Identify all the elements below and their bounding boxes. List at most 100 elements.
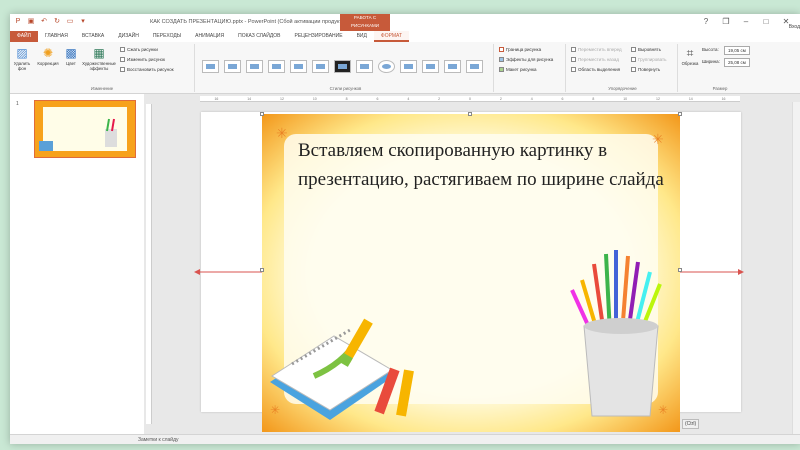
title-bar: P ▣ ↶ ↻ ▭ ▾ КАК СОЗДАТЬ ПРЕЗЕНТАЦИЮ.pptx… (10, 14, 800, 31)
save-icon[interactable]: ▣ (27, 18, 35, 26)
compress-pictures-button[interactable]: Сжать рисунки (120, 47, 158, 52)
vertical-ruler (146, 104, 152, 424)
group-icon (631, 57, 636, 62)
right-arrow-head (738, 269, 744, 275)
send-backward-button[interactable]: Переместить назад (571, 57, 619, 62)
resize-handle[interactable] (468, 112, 472, 116)
bring-forward-button[interactable]: Переместить вперед (571, 47, 622, 52)
style-thumb[interactable] (444, 60, 461, 73)
artistic-effects-button[interactable]: ▦ Художественные эффекты (82, 46, 116, 71)
slide-number: 1 (16, 101, 19, 107)
tab-slideshow[interactable]: ПОКАЗ СЛАЙДОВ (231, 31, 287, 42)
ribbon-display-button[interactable]: ❐ (722, 17, 730, 26)
width-input[interactable]: 25,08 см (724, 58, 750, 67)
picture-border-button[interactable]: Граница рисунка (499, 47, 541, 52)
tab-transitions[interactable]: ПЕРЕХОДЫ (146, 31, 188, 42)
tab-home[interactable]: ГЛАВНАЯ (38, 31, 75, 42)
redo-icon[interactable]: ↻ (53, 18, 61, 26)
powerpoint-window: P ▣ ↶ ↻ ▭ ▾ КАК СОЗДАТЬ ПРЕЗЕНТАЦИЮ.pptx… (10, 14, 800, 444)
tab-animations[interactable]: АНИМАЦИЯ (188, 31, 231, 42)
color-button[interactable]: ▩ Цвет (62, 46, 80, 66)
remove-background-button[interactable]: ▨ Удалить фон (11, 46, 33, 71)
rotate-button[interactable]: Повернуть (631, 67, 660, 72)
document-title: КАК СОЗДАТЬ ПРЕЗЕНТАЦИЮ.pptx - PowerPoin… (150, 19, 347, 25)
horizontal-ruler: 16 14 12 10 8 6 4 2 0 2 4 6 8 10 12 14 16 (200, 96, 740, 102)
selection-pane-icon (571, 67, 576, 72)
corrections-button[interactable]: ✺ Коррекция (35, 46, 61, 66)
style-thumb[interactable] (334, 60, 351, 73)
align-button[interactable]: Выровнять (631, 47, 661, 52)
paste-options-button[interactable]: (Ctrl) (682, 419, 700, 429)
artistic-effects-icon: ▦ (93, 46, 105, 60)
help-button[interactable]: ? (702, 17, 710, 26)
group-button[interactable]: Группировать (631, 57, 666, 62)
slide-thumbnail[interactable] (34, 100, 136, 158)
ribbon-tabs: ФАЙЛ ГЛАВНАЯ ВСТАВКА ДИЗАЙН ПЕРЕХОДЫ АНИ… (10, 31, 800, 42)
group-picture-effects: Граница рисунка Эффекты для рисунка Маке… (496, 44, 566, 92)
layout-icon (499, 67, 504, 72)
selected-picture[interactable]: ✳ ✳ ✳ ✳ Вставляем скопированную картинку… (262, 114, 680, 432)
group-label-adjust: Изменение (90, 86, 114, 91)
sign-in-link[interactable]: Вход (789, 24, 800, 30)
svg-text:✳: ✳ (270, 403, 280, 417)
style-thumb[interactable] (400, 60, 417, 73)
maximize-button[interactable]: □ (762, 17, 770, 26)
slideshow-icon[interactable]: ▭ (66, 18, 74, 26)
notes-label: Заметки к слайду (138, 437, 179, 443)
vertical-scrollbar[interactable] (792, 102, 800, 434)
ribbon: ▨ Удалить фон ✺ Коррекция ▩ Цвет ▦ Художеств… (10, 42, 800, 94)
resize-handle[interactable] (260, 112, 264, 116)
group-adjust: ▨ Удалить фон ✺ Коррекция ▩ Цвет ▦ Художеств… (10, 44, 195, 92)
app-icon[interactable]: P (14, 18, 22, 26)
style-thumb[interactable] (466, 60, 483, 73)
bring-forward-icon (571, 47, 576, 52)
style-thumb[interactable] (378, 60, 395, 73)
slide-thumbnail-image (35, 101, 135, 157)
border-icon (499, 47, 504, 52)
tab-design[interactable]: ДИЗАЙН (111, 31, 146, 42)
resize-handle[interactable] (260, 268, 264, 272)
undo-icon[interactable]: ↶ (40, 18, 48, 26)
style-thumb[interactable] (356, 60, 373, 73)
effects-icon (499, 57, 504, 62)
remove-background-icon: ▨ (16, 46, 28, 60)
tab-view[interactable]: ВИД (350, 31, 374, 42)
tab-review[interactable]: РЕЦЕНЗИРОВАНИЕ (287, 31, 349, 42)
group-arrange: Переместить вперед Переместить назад Обл… (568, 44, 678, 92)
customize-icon[interactable]: ▾ (79, 18, 87, 26)
window-controls: ? ❐ – □ ✕ (702, 17, 790, 26)
reset-icon (120, 67, 125, 72)
crop-icon: ⌗ (686, 46, 694, 60)
slide-body-text[interactable]: Вставляем скопированную картинку в презе… (298, 136, 668, 194)
tab-insert[interactable]: ВСТАВКА (75, 31, 111, 42)
change-picture-button[interactable]: Изменить рисунок (120, 57, 165, 62)
group-size: ⌗ Обрезка Высота: 19,05 см Ширина: 25,08 … (680, 44, 760, 92)
selection-pane-button[interactable]: Область выделения (571, 67, 620, 72)
group-picture-styles: Стили рисунков (198, 44, 494, 92)
style-thumb[interactable] (312, 60, 329, 73)
width-row: Ширина: (702, 59, 720, 64)
tab-format[interactable]: ФОРМАТ (373, 31, 410, 42)
minimize-button[interactable]: – (742, 17, 750, 26)
style-thumb[interactable] (202, 60, 219, 73)
picture-effects-button[interactable]: Эффекты для рисунка (499, 57, 553, 62)
style-thumb[interactable] (268, 60, 285, 73)
height-input[interactable]: 19,05 см (724, 46, 750, 55)
resize-handle[interactable] (678, 112, 682, 116)
crop-button[interactable]: ⌗ Обрезка (680, 46, 700, 66)
style-thumb[interactable] (246, 60, 263, 73)
compress-icon (120, 47, 125, 52)
style-thumb[interactable] (422, 60, 439, 73)
reset-picture-button[interactable]: Восстановить рисунок (120, 67, 174, 72)
color-icon: ▩ (65, 46, 77, 60)
notes-bar[interactable]: Заметки к слайду (10, 434, 800, 444)
group-label-styles: Стили рисунков (329, 86, 362, 91)
tab-file[interactable]: ФАЙЛ (10, 31, 38, 42)
style-thumb[interactable] (290, 60, 307, 73)
resize-handle[interactable] (678, 268, 682, 272)
quick-access-toolbar: P ▣ ↶ ↻ ▭ ▾ (14, 18, 87, 26)
picture-layout-button[interactable]: Макет рисунка (499, 67, 537, 72)
style-thumb[interactable] (224, 60, 241, 73)
group-label-arrange: Упорядочение (608, 86, 637, 91)
left-arrow-head (194, 269, 200, 275)
